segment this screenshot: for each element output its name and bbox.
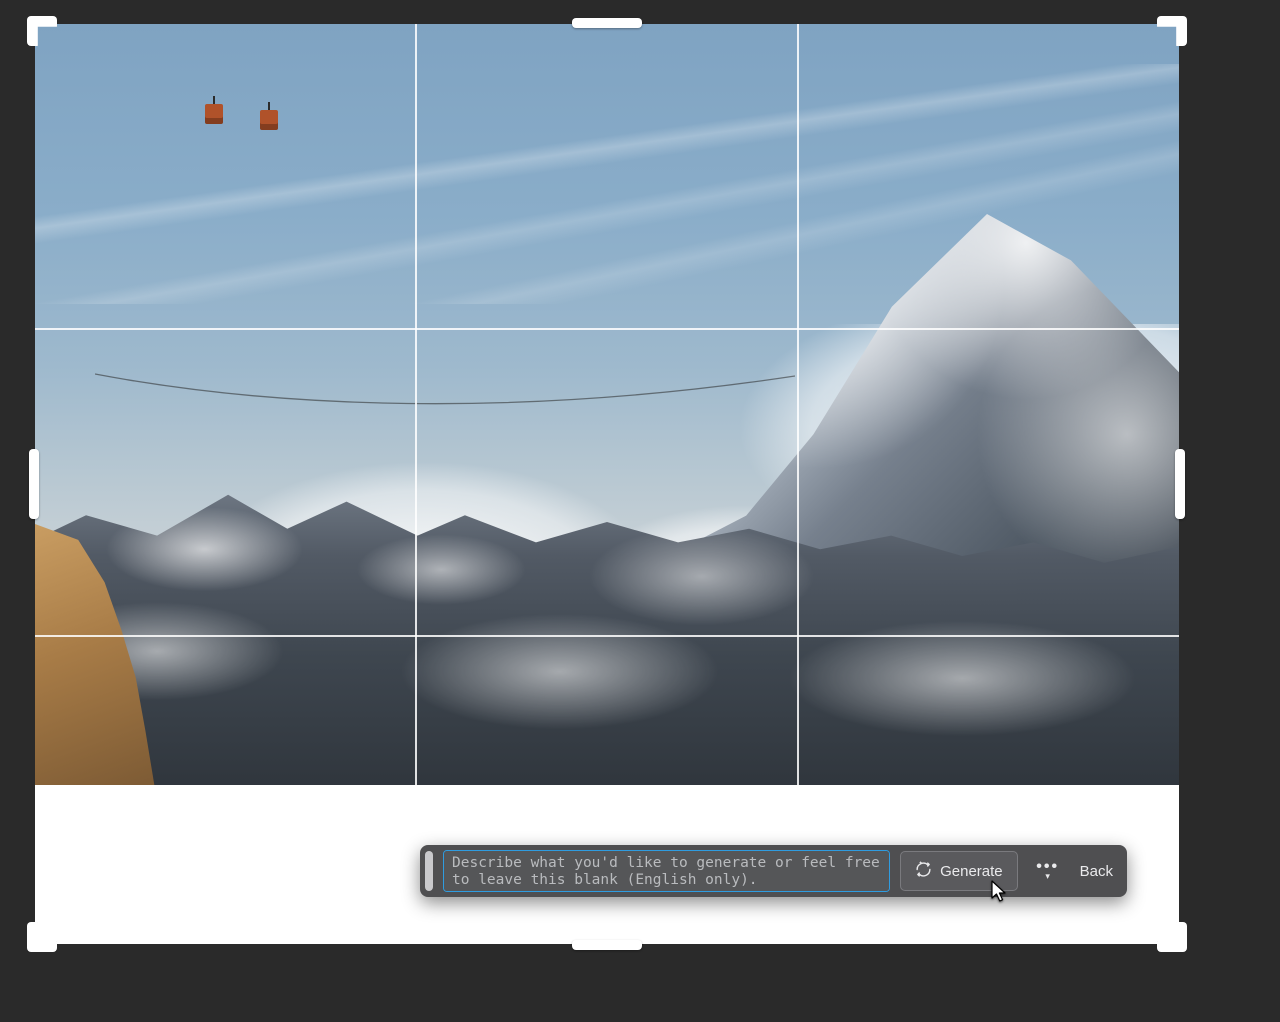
ellipsis-icon: •••	[1036, 863, 1059, 871]
back-button-label: Back	[1080, 863, 1113, 880]
crop-handle-top[interactable]	[572, 18, 642, 28]
crop-handle-left[interactable]	[29, 449, 39, 519]
cable-car-1	[205, 104, 223, 124]
generate-button-label: Generate	[940, 863, 1003, 880]
sparkle-refresh-icon	[915, 861, 932, 882]
crop-handle-bottom-right[interactable]	[1157, 922, 1187, 952]
crop-canvas[interactable]	[35, 24, 1179, 944]
grid-line-vertical-1	[415, 24, 417, 944]
cable-car-2	[260, 110, 278, 130]
generative-fill-bar: Generate ••• ▾ Back	[420, 845, 1127, 897]
caret-down-icon: ▾	[1045, 873, 1050, 879]
drag-handle[interactable]	[425, 851, 433, 891]
image-preview	[35, 24, 1179, 785]
crop-handle-bottom[interactable]	[572, 940, 642, 950]
prompt-input[interactable]	[443, 850, 890, 892]
grid-line-horizontal-2	[35, 635, 1179, 637]
grid-line-vertical-2	[797, 24, 799, 944]
generate-button[interactable]: Generate	[900, 851, 1018, 891]
crop-handle-right[interactable]	[1175, 449, 1185, 519]
back-button[interactable]: Back	[1078, 863, 1119, 880]
crop-handle-bottom-left[interactable]	[27, 922, 57, 952]
more-options-button[interactable]: ••• ▾	[1028, 851, 1068, 891]
grid-line-horizontal-1	[35, 328, 1179, 330]
